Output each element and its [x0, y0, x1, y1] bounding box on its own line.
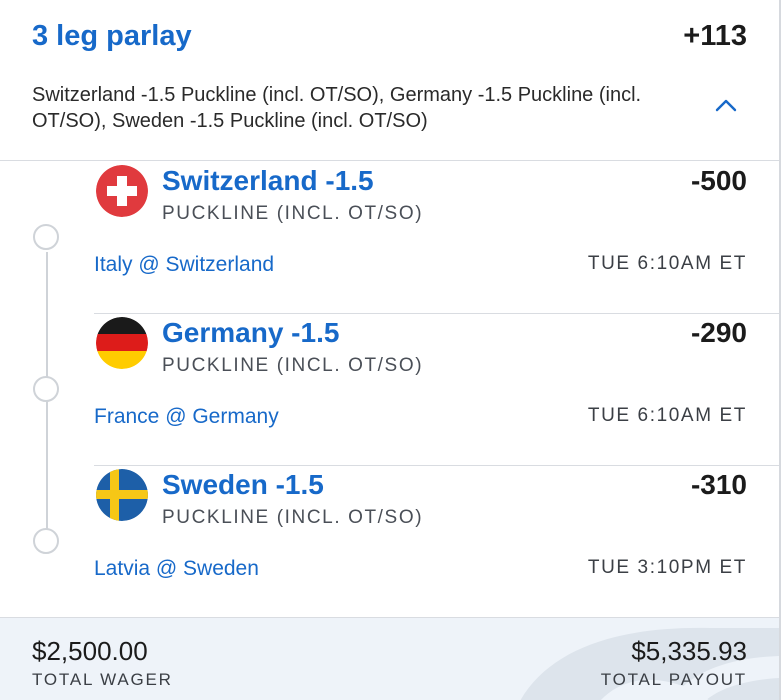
timeline-node [33, 224, 59, 250]
parlay-total-odds: +113 [683, 20, 747, 52]
total-payout-label: TOTAL PAYOUT [600, 670, 747, 689]
leg-time: TUE 6:10AM ET [587, 405, 747, 426]
leg-event-link[interactable]: France @ Germany [94, 405, 279, 429]
leg-selection: Sweden -1.5 [162, 469, 324, 500]
leg-odds: -290 [690, 317, 747, 348]
leg-item: Sweden -1.5 PUCKLINE (INCL. OT/SO) -310 … [94, 465, 779, 617]
total-payout-amount: $5,335.93 [631, 636, 747, 666]
parlay-summary: Switzerland -1.5 Puckline (incl. OT/SO),… [32, 84, 642, 132]
leg-odds: -500 [690, 165, 747, 196]
leg-time: TUE 6:10AM ET [587, 253, 747, 274]
sweden-flag-icon [96, 469, 148, 521]
timeline-node [33, 376, 59, 402]
germany-flag-icon [96, 317, 148, 369]
switzerland-flag-icon [96, 165, 148, 217]
parlay-card: 3 leg parlay +113 Switzerland -1.5 Puckl… [0, 0, 781, 700]
leg-event-link[interactable]: Italy @ Switzerland [94, 253, 274, 277]
leg-market: PUCKLINE (INCL. OT/SO) [162, 203, 424, 224]
leg-item: Germany -1.5 PUCKLINE (INCL. OT/SO) -290… [94, 313, 779, 466]
leg-market: PUCKLINE (INCL. OT/SO) [162, 355, 424, 376]
timeline-node [33, 528, 59, 554]
parlay-header[interactable]: 3 leg parlay +113 Switzerland -1.5 Puckl… [0, 0, 779, 161]
leg-selection: Germany -1.5 [162, 317, 340, 348]
parlay-title: 3 leg parlay [32, 20, 192, 52]
leg-market: PUCKLINE (INCL. OT/SO) [162, 507, 424, 528]
total-wager-amount: $2,500.00 [32, 636, 148, 666]
parlay-footer: $2,500.00 TOTAL WAGER $5,335.93 TOTAL PA… [0, 617, 779, 700]
leg-item: Switzerland -1.5 PUCKLINE (INCL. OT/SO) … [94, 161, 779, 314]
leg-event-link[interactable]: Latvia @ Sweden [94, 557, 259, 581]
leg-odds: -310 [690, 469, 747, 500]
total-wager-label: TOTAL WAGER [32, 670, 173, 689]
leg-time: TUE 3:10PM ET [587, 557, 747, 578]
leg-selection: Switzerland -1.5 [162, 165, 374, 196]
chevron-up-icon[interactable] [714, 94, 738, 118]
